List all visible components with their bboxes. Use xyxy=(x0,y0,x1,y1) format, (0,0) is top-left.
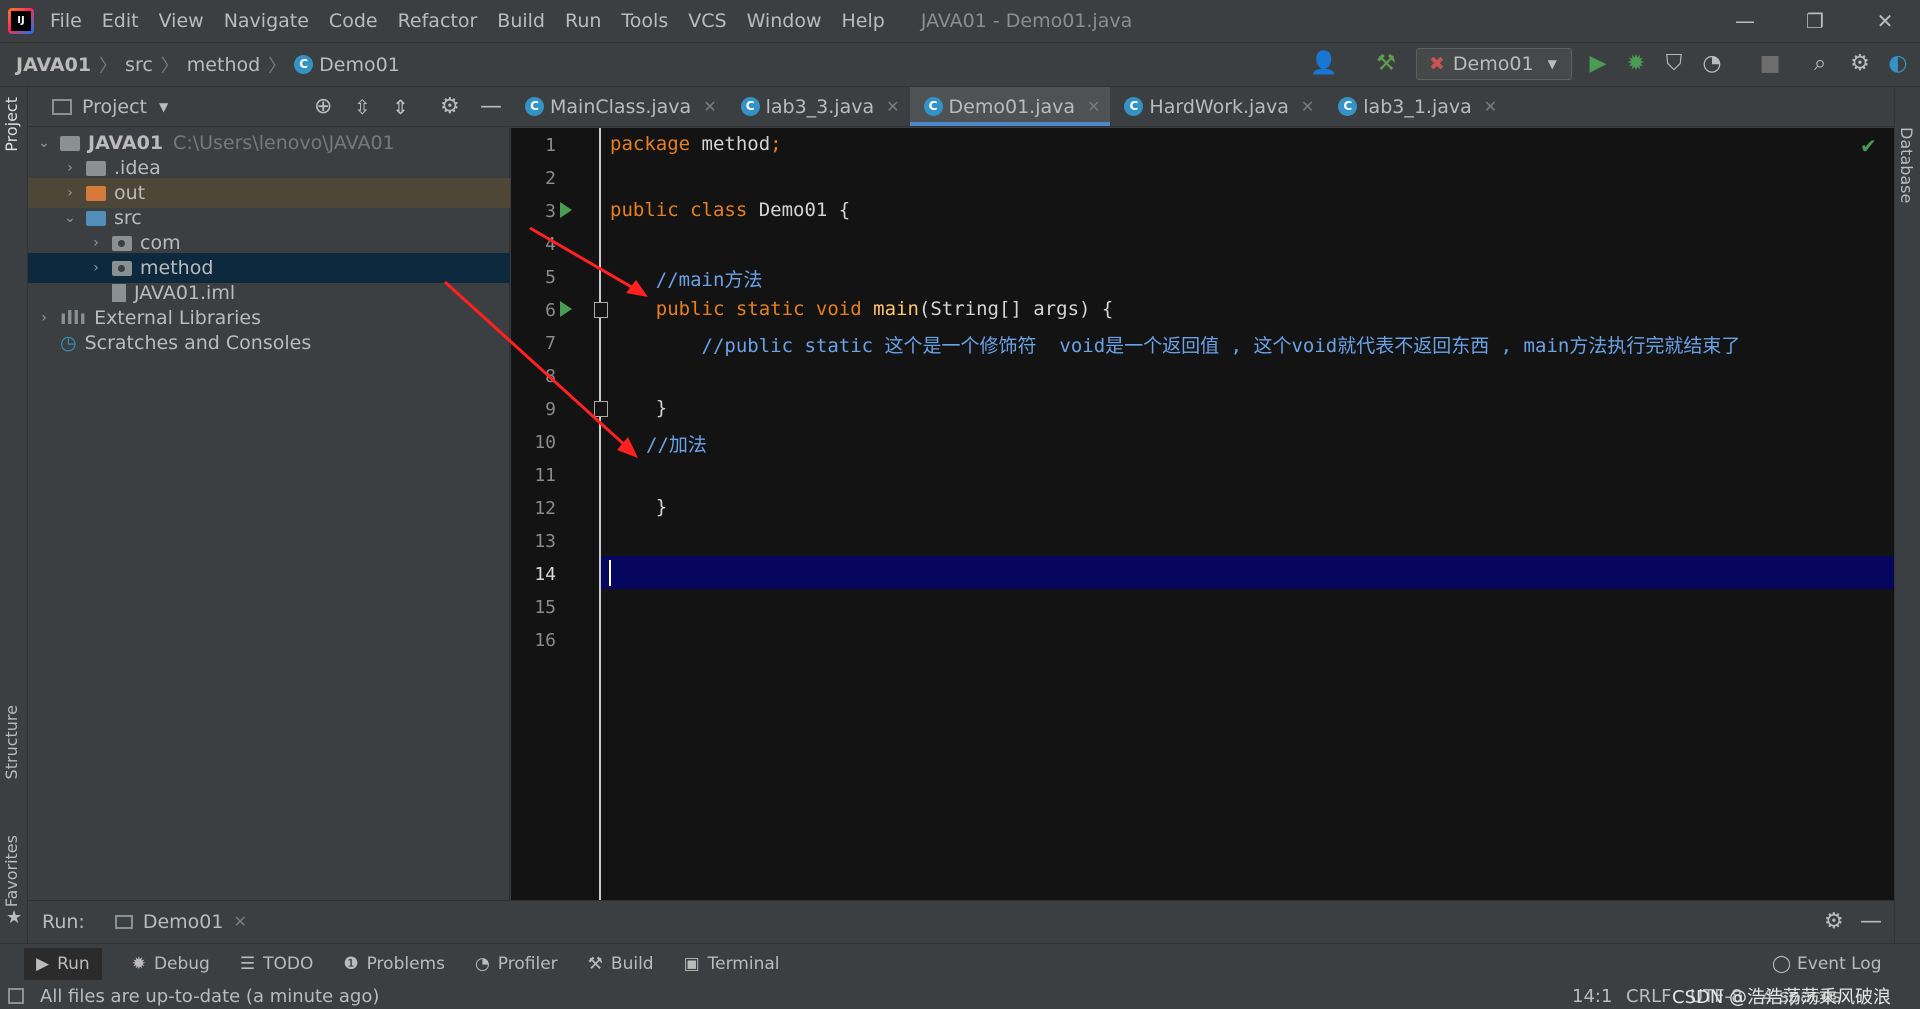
annotation-arrow-1 xyxy=(529,226,641,294)
run-panel-header: Run: Demo01 ✕ ⚙ — xyxy=(28,900,1894,942)
terminal-icon: ▣ xyxy=(683,953,700,974)
close-tab-icon[interactable]: ✕ xyxy=(233,912,246,931)
bottom-tab-profiler[interactable]: ◔ Profiler xyxy=(475,954,558,974)
play-icon: ▶ xyxy=(36,953,50,974)
event-log-label: Event Log xyxy=(1797,953,1882,974)
bottom-tool-tabs: ▶ Run ✹ Debug ☰ TODO ❶ Problems ◔ Profiler ⚒ B… xyxy=(0,943,1920,983)
annotation-arrows xyxy=(443,226,648,458)
profiler-icon: ◔ xyxy=(474,953,490,974)
csdn-watermark: CSDN @浩浩荡荡乘风破浪 xyxy=(1672,987,1892,1008)
bottom-tab-label: Debug xyxy=(153,953,210,974)
bottom-tab-label: Build xyxy=(610,953,654,974)
bottom-tab-run[interactable]: ▶ Run xyxy=(24,947,102,980)
hide-panel-icon[interactable]: — xyxy=(1860,909,1882,934)
event-log-icon: ◯ xyxy=(1772,953,1792,974)
bottom-tab-label: TODO xyxy=(263,953,314,974)
bottom-tab-label: Profiler xyxy=(497,953,558,974)
bottom-tab-label: Terminal xyxy=(707,953,780,974)
run-panel-label: Run: xyxy=(42,910,85,933)
bottom-tab-label: Problems xyxy=(366,953,445,974)
annotation-arrowhead-1 xyxy=(626,280,648,297)
bottom-tab-build[interactable]: ⚒ Build xyxy=(588,954,654,974)
bug-icon: ✹ xyxy=(131,953,146,974)
bottom-tab-terminal[interactable]: ▣ Terminal xyxy=(684,954,780,974)
gear-icon[interactable]: ⚙ xyxy=(1824,909,1844,934)
status-bar: All files are up-to-date (a minute ago) … xyxy=(0,983,1920,1009)
run-config-tab[interactable]: Demo01 xyxy=(143,911,224,933)
annotation-arrow-2 xyxy=(443,280,630,450)
warning-icon: ❶ xyxy=(343,953,359,974)
bottom-tab-todo[interactable]: ☰ TODO xyxy=(240,954,314,974)
console-icon xyxy=(114,914,133,929)
bottom-tab-label: Run xyxy=(57,953,90,974)
tool-windows-icon[interactable] xyxy=(8,988,24,1004)
bottom-tab-debug[interactable]: ✹ Debug xyxy=(132,954,210,974)
status-message[interactable]: All files are up-to-date (a minute ago) xyxy=(40,986,379,1007)
hammer-icon: ⚒ xyxy=(587,953,603,974)
caret-position[interactable]: 14:1 xyxy=(1572,986,1612,1007)
event-log-button[interactable]: ◯ Event Log xyxy=(1772,954,1882,974)
list-icon: ☰ xyxy=(239,953,256,974)
line-separator[interactable]: CRLF xyxy=(1626,986,1671,1007)
bottom-tab-problems[interactable]: ❶ Problems xyxy=(343,954,445,974)
